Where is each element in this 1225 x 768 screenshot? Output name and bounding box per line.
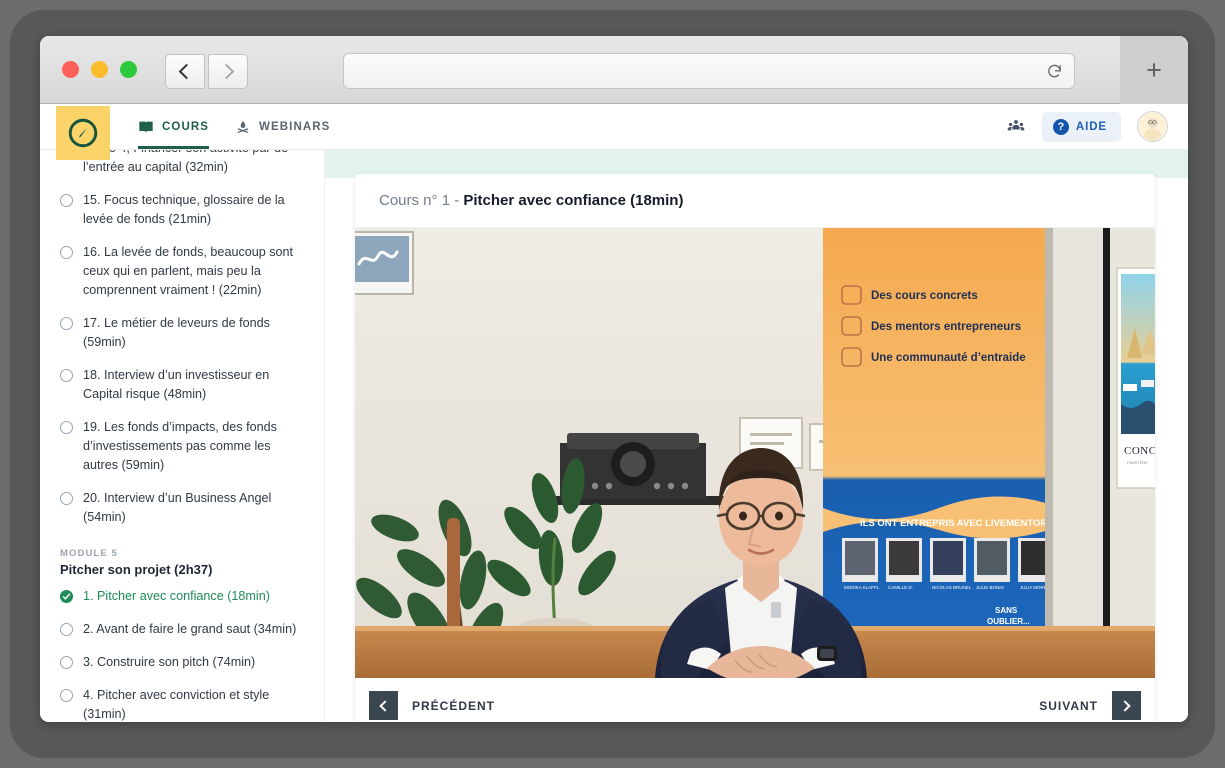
forward-button[interactable] — [208, 54, 248, 89]
lesson-pager: PRÉCÉDENT SUIVANT — [355, 678, 1155, 722]
next-lesson-control[interactable]: SUIVANT — [1039, 691, 1141, 720]
svg-text:JULIE BONIN: JULIE BONIN — [976, 585, 1004, 590]
lesson-item[interactable]: 3. Construire son pitch (74min) — [54, 646, 306, 679]
reload-icon[interactable] — [1046, 63, 1063, 80]
book-icon — [138, 119, 154, 135]
module-heading: MODULE 5 Pitcher son projet (2h37) — [54, 534, 306, 580]
help-button[interactable]: ? AIDE — [1042, 112, 1121, 142]
lesson-item[interactable]: 19. Les fonds d’impacts, des fonds d’inv… — [54, 411, 306, 482]
lesson-item-label: 2. Avant de faire le grand saut (34min) — [83, 620, 296, 639]
help-button-label: AIDE — [1076, 121, 1107, 133]
browser-toolbar: + — [40, 36, 1188, 104]
lesson-item[interactable]: 2. Avant de faire le grand saut (34min) — [54, 613, 306, 646]
lesson-item[interactable]: 4. Pitcher avec conviction et style (31m… — [54, 679, 306, 722]
compass-logo[interactable] — [56, 106, 110, 160]
module-kicker: MODULE 5 — [60, 548, 306, 559]
lesson-item-label: 17. Le métier de leveurs de fonds (59min… — [83, 314, 306, 352]
avatar-icon — [1138, 112, 1167, 141]
svg-text:OUBLIER...: OUBLIER... — [987, 617, 1030, 626]
back-button[interactable] — [165, 54, 205, 89]
lesson-item[interactable]: 17. Le métier de leveurs de fonds (59min… — [54, 307, 306, 359]
desktop-background: + COURS — [0, 0, 1225, 768]
svg-text:Une communauté d’entraide: Une communauté d’entraide — [871, 352, 1026, 364]
address-bar[interactable] — [343, 53, 1075, 89]
lesson-item-label: 19. Les fonds d’impacts, des fonds d’inv… — [83, 418, 306, 475]
app-header: COURS WEBINARS — [40, 104, 1188, 150]
svg-text:CONCARN: CONCARN — [1124, 445, 1155, 457]
next-button[interactable] — [1112, 691, 1141, 720]
lesson-item-label: 16. La levée de fonds, beaucoup sont ceu… — [83, 243, 306, 300]
lesson-status-icon — [60, 421, 73, 434]
tab-webinars-label: WEBINARS — [259, 121, 330, 133]
lesson-status-icon — [60, 656, 73, 669]
lesson-title-main: Pitcher avec confiance (18min) — [463, 192, 683, 209]
svg-text:ILS ONT ENTREPRIS AVEC LIVEMEN: ILS ONT ENTREPRIS AVEC LIVEMENTOR — [860, 518, 1047, 529]
lesson-status-icon — [60, 246, 73, 259]
lesson-title-prefix: Cours n° 1 - — [379, 192, 463, 209]
lesson-card: Cours n° 1 - Pitcher avec confiance (18m… — [355, 174, 1155, 722]
sidebar-lesson-list: Partie 4, Financer son activité par de l… — [54, 150, 306, 722]
svg-text:CAMILLE D.: CAMILLE D. — [888, 585, 913, 590]
lesson-status-icon — [60, 492, 73, 505]
lesson-status-icon — [60, 194, 73, 207]
svg-text:MONIKA KLAFFL: MONIKA KLAFFL — [844, 585, 880, 590]
svg-text:NICOLAS BRUNEL: NICOLAS BRUNEL — [932, 585, 972, 590]
app-body: Partie 4, Financer son activité par de l… — [40, 150, 1188, 722]
campfire-icon — [235, 119, 251, 135]
previous-label[interactable]: PRÉCÉDENT — [412, 699, 495, 713]
lesson-status-icon — [60, 689, 73, 702]
lesson-status-icon — [60, 623, 73, 636]
chevron-right-icon — [1119, 700, 1130, 711]
question-mark-icon: ? — [1053, 119, 1069, 135]
previous-lesson-control[interactable]: PRÉCÉDENT — [369, 691, 495, 720]
lesson-item[interactable]: 1. Pitcher avec confiance (18min) — [54, 580, 306, 613]
lesson-item-label: 3. Construire son pitch (74min) — [83, 653, 255, 672]
chevron-left-icon — [179, 64, 195, 80]
lesson-item[interactable]: 20. Interview d’un Business Angel (54min… — [54, 482, 306, 534]
lesson-item[interactable]: 18. Interview d’un investisseur en Capit… — [54, 359, 306, 411]
video-frame: Des cours concrets Des mentors entrepren… — [355, 228, 1155, 678]
lesson-completed-icon — [60, 590, 73, 603]
course-sidebar[interactable]: Partie 4, Financer son activité par de l… — [40, 150, 325, 722]
minimize-window-button[interactable] — [91, 61, 108, 78]
svg-text:Des mentors entrepreneurs: Des mentors entrepreneurs — [871, 321, 1021, 333]
lesson-item-label: 20. Interview d’un Business Angel (54min… — [83, 489, 306, 527]
lesson-status-icon — [60, 369, 73, 382]
tab-cours[interactable]: COURS — [138, 104, 209, 149]
lesson-status-icon — [60, 317, 73, 330]
lesson-item-label: 4. Pitcher avec conviction et style (31m… — [83, 686, 306, 722]
previous-button[interactable] — [369, 691, 398, 720]
community-icon[interactable] — [1006, 117, 1026, 137]
next-label[interactable]: SUIVANT — [1039, 699, 1098, 713]
close-window-button[interactable] — [62, 61, 79, 78]
tab-webinars[interactable]: WEBINARS — [235, 104, 330, 149]
window-controls — [62, 61, 137, 78]
user-avatar[interactable] — [1137, 111, 1168, 142]
lesson-item-label: 15. Focus technique, glossaire de la lev… — [83, 191, 306, 229]
chevron-right-icon — [219, 64, 235, 80]
lesson-item-label: 1. Pitcher avec confiance (18min) — [83, 587, 270, 606]
module-title: Pitcher son projet (2h37) — [60, 562, 306, 577]
lesson-item[interactable]: 16. La levée de fonds, beaucoup sont ceu… — [54, 236, 306, 307]
lesson-item[interactable]: 15. Focus technique, glossaire de la lev… — [54, 184, 306, 236]
header-actions: ? AIDE — [1006, 111, 1188, 142]
lesson-item-label: Partie 4, Financer son activité par de l… — [83, 150, 306, 177]
chevron-left-icon — [379, 700, 390, 711]
main-nav-tabs: COURS WEBINARS — [138, 104, 330, 149]
navigation-buttons — [165, 54, 248, 89]
new-tab-button[interactable]: + — [1120, 36, 1188, 104]
maximize-window-button[interactable] — [120, 61, 137, 78]
lesson-title: Cours n° 1 - Pitcher avec confiance (18m… — [355, 174, 1155, 228]
lessons-module-group: 1. Pitcher avec confiance (18min) 2. Avan… — [54, 580, 306, 722]
svg-text:Des cours concrets: Des cours concrets — [871, 290, 978, 302]
svg-text:FINISTÈRE: FINISTÈRE — [1127, 460, 1148, 465]
lessons-top-group: Partie 4, Financer son activité par de l… — [54, 150, 306, 534]
lesson-video-player[interactable]: Des cours concrets Des mentors entrepren… — [355, 228, 1155, 678]
browser-window: + COURS — [40, 36, 1188, 722]
compass-logo-icon — [66, 116, 100, 150]
svg-text:SANS: SANS — [995, 606, 1018, 615]
tab-cours-label: COURS — [162, 121, 209, 133]
lesson-item-label: 18. Interview d’un investisseur en Capit… — [83, 366, 306, 404]
lesson-main-area: Cours n° 1 - Pitcher avec confiance (18m… — [325, 150, 1188, 722]
